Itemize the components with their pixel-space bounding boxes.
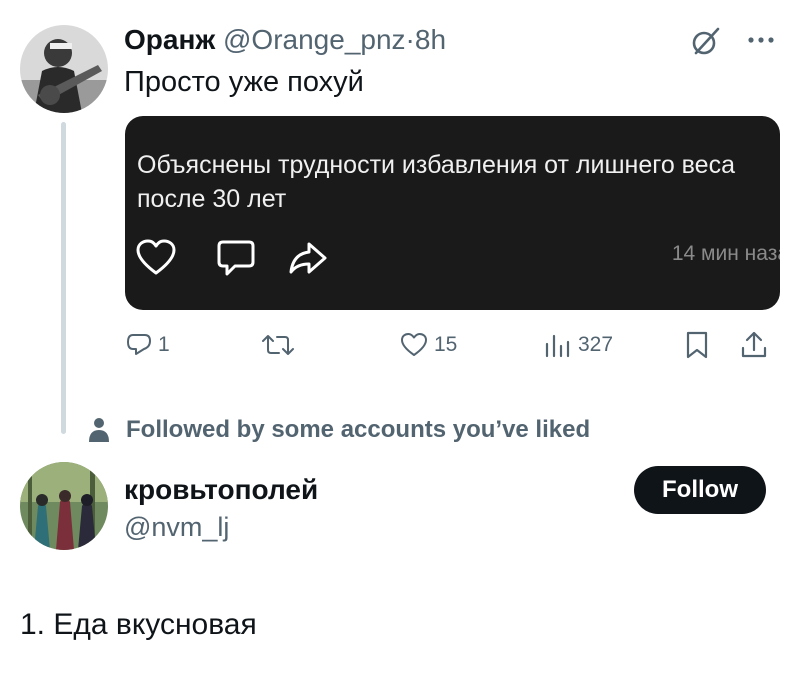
reply-count: 1 xyxy=(158,333,170,356)
reply-icon xyxy=(127,334,151,355)
bookmark-icon xyxy=(686,331,708,359)
suggested-user-display-name[interactable]: кровьтополей xyxy=(124,474,318,506)
thread-connector-line xyxy=(61,122,66,434)
embed-actions: 14 мин наза xyxy=(135,238,780,278)
views-count: 327 xyxy=(578,333,614,356)
heart-icon xyxy=(401,333,427,356)
retweet-button[interactable] xyxy=(262,328,300,362)
follow-button[interactable]: Follow xyxy=(634,466,766,514)
views-chart-icon xyxy=(545,334,570,358)
followed-by-text: Followed by some accounts you’ve liked xyxy=(126,416,591,443)
embed-headline: Объяснены трудности избавления от лишнег… xyxy=(137,151,735,213)
tweet-text: Просто уже похуй xyxy=(124,66,364,98)
suggested-user-bio: 1. Еда вкусновая xyxy=(20,608,257,641)
person-icon xyxy=(89,418,109,442)
grok-slash-icon[interactable] xyxy=(690,25,722,57)
like-count: 15 xyxy=(434,333,458,356)
reply-button[interactable]: 1 xyxy=(126,328,170,362)
retweet-icon xyxy=(262,335,294,355)
header-separator: · xyxy=(405,24,415,55)
suggested-user-avatar-art xyxy=(20,462,108,550)
embed-comment-icon xyxy=(217,240,255,276)
embed-heart-icon xyxy=(136,239,176,275)
embed-time-ago: 14 мин наза xyxy=(671,242,780,265)
share-button[interactable] xyxy=(740,328,768,362)
more-dots-icon[interactable] xyxy=(745,28,777,52)
author-avatar-photo xyxy=(20,25,108,113)
embed-share-icon xyxy=(289,242,327,274)
views-button[interactable]: 327 xyxy=(544,328,613,362)
embedded-media-card[interactable]: Объяснены трудности избавления от лишнег… xyxy=(125,116,780,310)
tweet-header: Оранж @Orange_pnz·8h xyxy=(124,24,446,56)
author-handle[interactable]: @Orange_pnz xyxy=(223,24,406,55)
bookmark-button[interactable] xyxy=(684,328,710,362)
suggested-user-handle[interactable]: @nvm_lj xyxy=(124,512,229,543)
author-avatar[interactable] xyxy=(20,25,108,113)
like-button[interactable]: 15 xyxy=(400,328,457,362)
followed-by-context: Followed by some accounts you’ve liked xyxy=(88,413,590,447)
suggested-user-avatar[interactable] xyxy=(20,462,108,550)
share-upload-icon xyxy=(741,331,767,358)
author-display-name[interactable]: Оранж xyxy=(124,24,215,55)
tweet-time[interactable]: 8h xyxy=(415,24,446,55)
